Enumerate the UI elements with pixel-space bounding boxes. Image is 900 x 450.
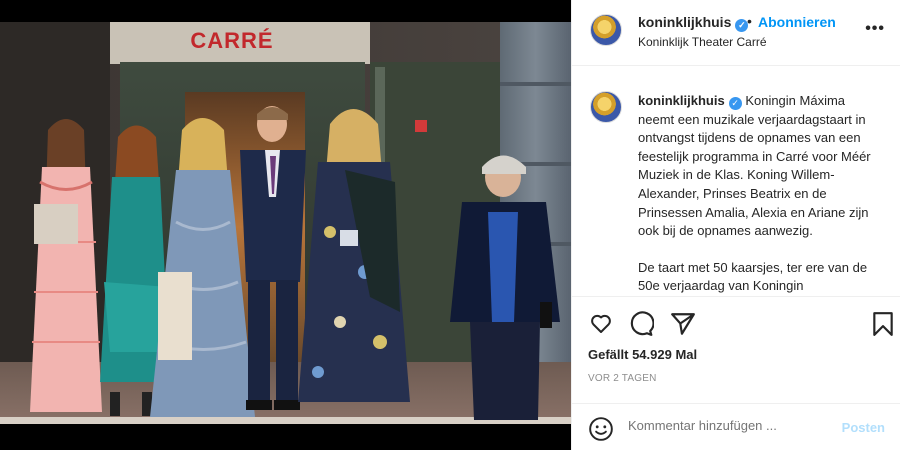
verified-badge-icon: ✓: [728, 97, 742, 110]
bookmark-icon[interactable]: [872, 311, 894, 337]
username-link[interactable]: koninklijkhuis: [638, 14, 731, 30]
post-photo[interactable]: CARRÉ: [0, 22, 571, 424]
post-header: koninklijkhuis ✓ • Abonnieren Koninklijk …: [572, 0, 900, 66]
heart-icon[interactable]: [588, 311, 614, 335]
post-comment-button[interactable]: Posten: [842, 420, 885, 435]
caption-paragraph-1: Koningin Máxima neemt een muzikale verja…: [638, 93, 871, 239]
comment-input[interactable]: [628, 418, 828, 433]
comment-bar: Posten: [572, 403, 900, 450]
instagram-post-modal: CARRÉ koninklijkhuis ✓ • Abonnieren Koni…: [0, 0, 900, 450]
paper-plane-icon[interactable]: [670, 311, 696, 337]
avatar[interactable]: [590, 91, 622, 123]
caption-username-link[interactable]: koninklijkhuis: [638, 93, 725, 108]
more-options-icon[interactable]: •••: [865, 20, 885, 38]
follow-button[interactable]: Abonnieren: [758, 14, 836, 30]
smiley-icon[interactable]: [588, 416, 614, 442]
action-section: Gefällt 54.929 Mal VOR 2 TAGEN Posten: [572, 296, 900, 450]
carre-sign: CARRÉ: [190, 28, 273, 53]
avatar[interactable]: [590, 14, 622, 46]
post-timestamp[interactable]: VOR 2 TAGEN: [588, 373, 657, 384]
location-link[interactable]: Koninklijk Theater Carré: [638, 35, 767, 49]
caption-area: koninklijkhuis ✓ Koningin Máxima neemt ee…: [572, 67, 900, 295]
separator-dot: •: [747, 13, 752, 29]
username-group: koninklijkhuis ✓: [638, 14, 749, 32]
comment-icon[interactable]: [628, 311, 654, 337]
caption-paragraph-2: De taart met 50 kaarsjes, ter ere van de…: [638, 259, 868, 294]
post-sidebar: koninklijkhuis ✓ • Abonnieren Koninklijk …: [571, 0, 900, 450]
like-count[interactable]: Gefällt 54.929 Mal: [588, 347, 697, 362]
caption-text: koninklijkhuis ✓ Koningin Máxima neemt ee…: [638, 92, 883, 295]
photo-illustration: CARRÉ: [0, 22, 571, 424]
